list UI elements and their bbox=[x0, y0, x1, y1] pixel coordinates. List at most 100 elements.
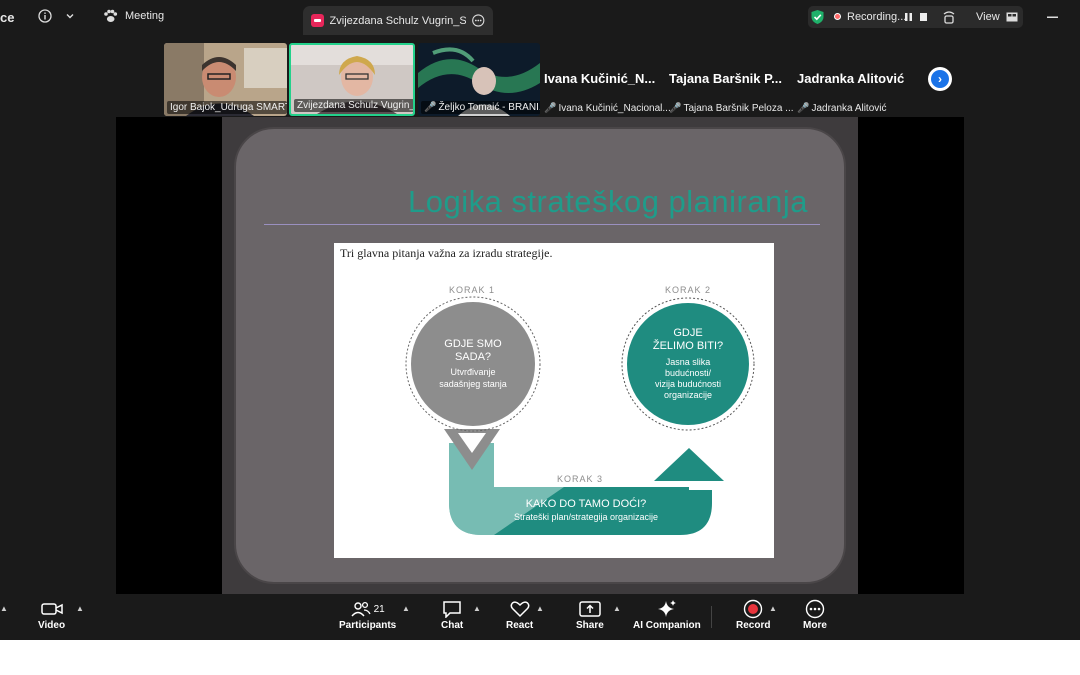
step2-pointer bbox=[654, 448, 724, 481]
step1-circle bbox=[411, 302, 535, 426]
more-icon bbox=[805, 598, 825, 620]
step1-question: GDJE SMO bbox=[444, 338, 502, 350]
app-title-fragment: ce bbox=[0, 10, 15, 25]
participant-name: 🎤 Tajana Baršnik Peloza ... bbox=[669, 103, 794, 114]
ai-companion-label: AI Companion bbox=[633, 620, 701, 631]
participants-label: Participants bbox=[339, 620, 397, 631]
more-label: More bbox=[803, 620, 827, 631]
participant-name: Igor Bajok_Udruga SMART bbox=[167, 101, 287, 114]
react-options-caret-icon[interactable]: ▲ bbox=[536, 604, 544, 613]
participant-display-name: Tajana Baršnik P... bbox=[669, 71, 782, 86]
step2-description: Jasna slika bbox=[666, 357, 711, 367]
svg-text:SADA?: SADA? bbox=[455, 351, 491, 363]
meeting-window: ce Meeting Zvijezdana Schulz Vugrin_SMAR… bbox=[0, 0, 1080, 640]
video-button[interactable]: Video bbox=[38, 598, 65, 631]
step3-description: Strateški plan/strategija organizacije bbox=[514, 512, 658, 522]
stop-icon[interactable] bbox=[919, 12, 928, 22]
slide-frame: Logika strateškog planiranja Tri glavna … bbox=[234, 127, 846, 584]
strategy-diagram: KORAK 1 GDJE SMO SADA? Utvrđivanje sadaš… bbox=[405, 285, 755, 535]
captions-icon[interactable] bbox=[942, 9, 956, 25]
chat-options-caret-icon[interactable]: ▲ bbox=[473, 604, 481, 613]
step1-description: Utvrđivanje bbox=[450, 367, 495, 377]
participant-tile[interactable]: Tajana Baršnik P... 🎤 Tajana Baršnik Pelo… bbox=[669, 43, 794, 116]
svg-text:sadašnjeg stanja: sadašnjeg stanja bbox=[439, 379, 507, 389]
participant-tile[interactable]: Igor Bajok_Udruga SMART bbox=[164, 43, 287, 116]
diagram-box: Tri glavna pitanja važna za izradu strat… bbox=[334, 243, 774, 558]
pause-icon[interactable] bbox=[904, 12, 913, 22]
view-button[interactable]: View bbox=[976, 11, 1018, 23]
step3-question: KAKO DO TAMO DOĆI? bbox=[526, 497, 647, 510]
step2-label: KORAK 2 bbox=[665, 285, 711, 295]
participant-tile[interactable]: 🎤 Željko Tomaić - BRANI... bbox=[418, 43, 540, 116]
svg-text:ŽELIMO BITI?: ŽELIMO BITI? bbox=[653, 339, 723, 352]
step3-label: KORAK 3 bbox=[557, 474, 603, 484]
chat-button[interactable]: Chat bbox=[441, 598, 463, 631]
sparkle-icon bbox=[656, 598, 678, 620]
meeting-tab[interactable]: Meeting bbox=[103, 9, 164, 23]
share-label: Share bbox=[576, 620, 604, 631]
share-screen-icon bbox=[579, 598, 601, 620]
slide-divider bbox=[264, 224, 820, 225]
svg-text:vizija budućnosti: vizija budućnosti bbox=[655, 379, 721, 389]
meeting-tab-label: Meeting bbox=[125, 10, 165, 22]
active-tab-label: Zvijezdana Schulz Vugrin_SMART bbox=[329, 14, 467, 27]
grid-view-icon bbox=[1006, 12, 1018, 22]
participants-button[interactable]: 21 Participants bbox=[339, 598, 396, 631]
participant-display-name: Ivana Kučinić_N... bbox=[544, 71, 656, 86]
react-label: React bbox=[506, 620, 534, 631]
audio-options-caret-icon[interactable]: ▲ bbox=[0, 604, 8, 613]
heart-icon bbox=[510, 598, 530, 620]
more-button[interactable]: More bbox=[803, 598, 827, 631]
video-options-caret-icon[interactable]: ▲ bbox=[76, 604, 84, 613]
more-options-icon[interactable] bbox=[472, 14, 485, 27]
recording-dot-icon bbox=[834, 13, 841, 20]
video-camera-icon bbox=[40, 598, 63, 620]
participant-name: Zvijezdana Schulz Vugrin_... bbox=[294, 99, 413, 112]
participant-name: 🎤 Jadranka Alitović bbox=[797, 103, 887, 114]
participants-count: 21 bbox=[373, 603, 385, 615]
participant-tile[interactable]: Ivana Kučinić_N... 🎤 Ivana Kučinić_Nacion… bbox=[544, 43, 671, 116]
recording-label: Recording... bbox=[847, 11, 907, 23]
info-icon[interactable] bbox=[38, 9, 52, 23]
shield-check-icon[interactable] bbox=[810, 9, 825, 25]
next-participants-button[interactable]: › bbox=[928, 67, 952, 91]
meeting-toolbar: ▲ Video ▲ 21 Participants ▲ Chat ▲ React… bbox=[0, 594, 1080, 640]
toolbar-separator bbox=[711, 606, 712, 628]
muted-microphone-icon: 🎤 bbox=[669, 103, 682, 114]
minimize-icon[interactable] bbox=[1047, 16, 1058, 19]
muted-microphone-icon: 🎤 bbox=[797, 103, 810, 114]
recording-indicator: Recording... View bbox=[808, 6, 1023, 28]
slide-title: Logika strateškog planiranja bbox=[407, 184, 808, 219]
react-button[interactable]: React bbox=[506, 598, 533, 631]
share-button[interactable]: Share bbox=[576, 598, 604, 631]
title-bar: ce Meeting Zvijezdana Schulz Vugrin_SMAR… bbox=[0, 0, 1080, 36]
participants-icon: 21 bbox=[351, 598, 385, 620]
participant-display-name: Jadranka Alitović bbox=[797, 71, 905, 86]
svg-text:organizacije: organizacije bbox=[664, 390, 712, 400]
ai-companion-button[interactable]: AI Companion bbox=[633, 598, 701, 631]
participants-options-caret-icon[interactable]: ▲ bbox=[402, 604, 410, 613]
record-label: Record bbox=[736, 620, 771, 631]
participant-tile-active-speaker[interactable]: Zvijezdana Schulz Vugrin_... bbox=[289, 43, 415, 116]
participant-tile[interactable]: Jadranka Alitović 🎤 Jadranka Alitović bbox=[797, 43, 919, 116]
record-options-caret-icon[interactable]: ▲ bbox=[769, 604, 777, 613]
participant-name: 🎤 Ivana Kučinić_Nacional... bbox=[544, 103, 671, 114]
svg-text:budućnosti/: budućnosti/ bbox=[665, 368, 712, 378]
step1-label: KORAK 1 bbox=[449, 285, 495, 295]
presentation-slide: Logika strateškog planiranja Tri glavna … bbox=[222, 117, 858, 594]
view-label: View bbox=[976, 11, 1000, 23]
muted-microphone-icon: 🎤 bbox=[424, 102, 437, 113]
chat-icon bbox=[442, 598, 462, 620]
active-tab[interactable]: Zvijezdana Schulz Vugrin_SMART bbox=[303, 6, 493, 35]
app-icon bbox=[311, 14, 324, 27]
chevron-down-icon[interactable] bbox=[65, 11, 75, 21]
share-options-caret-icon[interactable]: ▲ bbox=[613, 604, 621, 613]
record-button[interactable]: Record bbox=[736, 598, 770, 631]
video-label: Video bbox=[38, 620, 66, 631]
step2-question: GDJE bbox=[673, 327, 702, 339]
chat-label: Chat bbox=[441, 620, 464, 631]
paw-icon bbox=[104, 9, 118, 22]
muted-microphone-icon: 🎤 bbox=[544, 103, 557, 114]
record-icon bbox=[743, 598, 763, 620]
chevron-right-icon: › bbox=[931, 70, 949, 88]
